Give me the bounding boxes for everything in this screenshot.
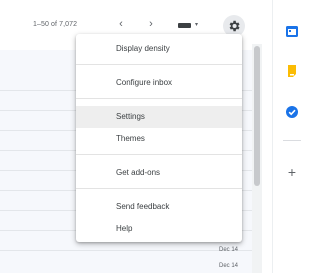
scrollbar[interactable] bbox=[252, 44, 262, 273]
table-row-divider bbox=[0, 250, 252, 251]
menu-item-configure-inbox[interactable]: Configure inbox bbox=[76, 72, 242, 94]
tasks-icon[interactable] bbox=[285, 105, 299, 119]
side-divider bbox=[283, 140, 301, 141]
menu-divider bbox=[76, 64, 242, 65]
menu-divider bbox=[76, 154, 242, 155]
gear-icon bbox=[229, 20, 240, 32]
page-count: 1–50 of 7,072 bbox=[33, 21, 78, 28]
gmail-screen: 1–50 of 7,072 ‹ › ▾ Dec 14 Dec 14 + Disp… bbox=[0, 0, 309, 273]
menu-item-themes[interactable]: Themes bbox=[76, 128, 242, 150]
menu-item-send-feedback[interactable]: Send feedback bbox=[76, 196, 242, 218]
caret-down-icon: ▾ bbox=[195, 22, 199, 28]
side-panel: + bbox=[272, 0, 309, 273]
calendar-icon[interactable] bbox=[285, 24, 299, 38]
settings-menu: Display density Configure inbox Settings… bbox=[76, 34, 242, 242]
scrollbar-thumb[interactable] bbox=[254, 46, 260, 186]
menu-item-settings[interactable]: Settings bbox=[76, 106, 242, 128]
menu-item-help[interactable]: Help bbox=[76, 218, 242, 240]
add-icon[interactable]: + bbox=[285, 165, 299, 179]
row-date: Dec 14 bbox=[218, 247, 238, 253]
density-toggle-button[interactable]: ▾ bbox=[178, 22, 202, 30]
chevron-right-icon[interactable]: › bbox=[144, 17, 158, 31]
menu-item-get-add-ons[interactable]: Get add-ons bbox=[76, 162, 242, 184]
row-date: Dec 14 bbox=[218, 263, 238, 269]
menu-divider bbox=[76, 188, 242, 189]
chevron-left-icon[interactable]: ‹ bbox=[114, 17, 128, 31]
density-icon bbox=[178, 23, 191, 28]
keep-icon[interactable] bbox=[285, 64, 299, 78]
menu-divider bbox=[76, 98, 242, 99]
menu-item-display-density[interactable]: Display density bbox=[76, 38, 242, 60]
